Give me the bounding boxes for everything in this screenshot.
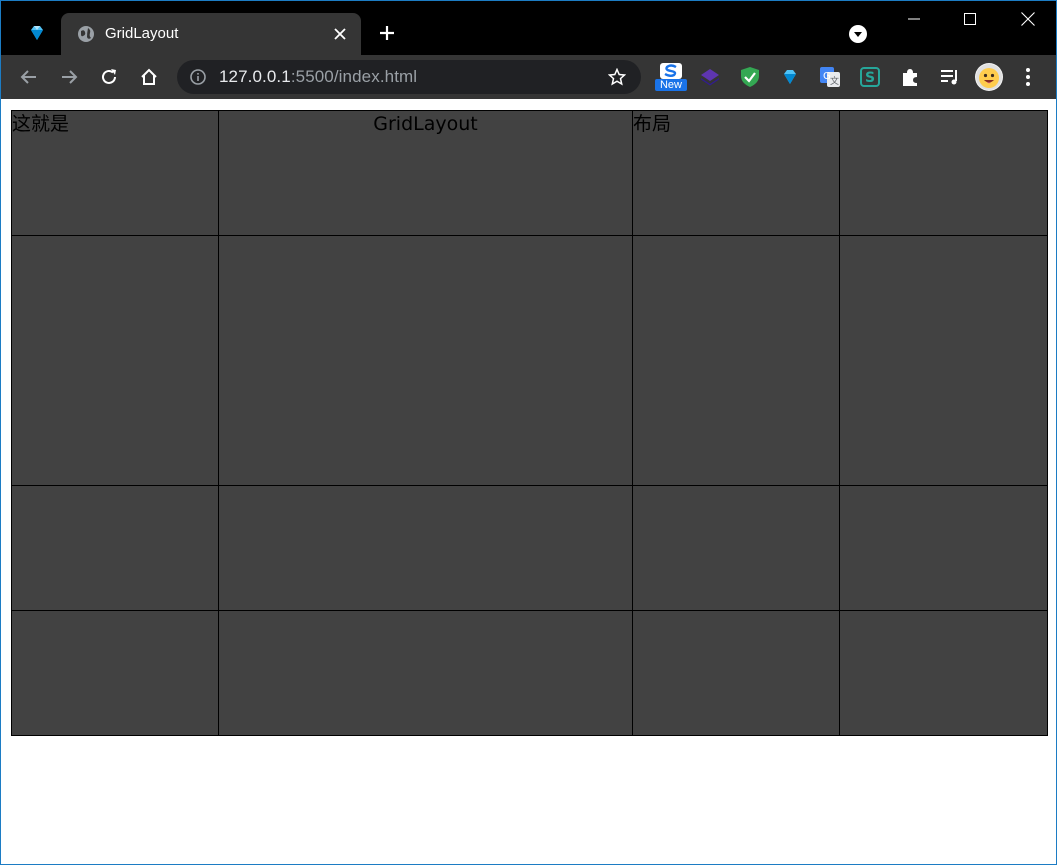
back-button[interactable]	[13, 61, 45, 93]
grid-cell	[218, 485, 633, 611]
globe-icon	[78, 26, 94, 42]
grid-cell	[11, 610, 219, 736]
grid-cell	[839, 610, 1048, 736]
extension-s-box[interactable]: S	[855, 62, 885, 92]
window-close-button[interactable]	[1000, 1, 1056, 37]
address-bar[interactable]: 127.0.0.1:5500/index.html	[177, 60, 641, 94]
playlist-icon	[941, 70, 957, 85]
extension-s-new[interactable]: New	[653, 59, 689, 95]
toolbar: 127.0.0.1:5500/index.html New G 文 S	[1, 55, 1056, 99]
new-badge: New	[655, 79, 687, 91]
grid-cell	[218, 235, 633, 486]
home-icon	[141, 68, 157, 85]
grid-cell: 布局	[632, 110, 840, 236]
s-logo-icon	[660, 63, 682, 79]
svg-text:S: S	[865, 70, 875, 86]
extension-shield[interactable]	[735, 62, 765, 92]
extension-diamond[interactable]	[775, 62, 805, 92]
plus-icon	[380, 26, 394, 40]
home-button[interactable]	[133, 61, 165, 93]
diamond-icon	[784, 70, 796, 84]
grid-cell	[839, 110, 1048, 236]
grid-cell	[632, 235, 840, 486]
translate-icon: G 文	[820, 67, 840, 87]
grid-cell	[11, 485, 219, 611]
grid-cell: GridLayout	[218, 110, 633, 236]
grid-cell	[218, 610, 633, 736]
maximize-button[interactable]	[942, 1, 998, 37]
pinned-tab[interactable]	[17, 17, 57, 49]
tab-title: GridLayout	[105, 25, 179, 42]
s-box-icon: S	[860, 67, 880, 87]
new-tab-button[interactable]	[373, 19, 401, 47]
shield-check-icon	[741, 67, 759, 87]
layers-icon	[701, 69, 719, 86]
svg-text:文: 文	[830, 75, 839, 87]
diamond-icon	[31, 26, 43, 40]
minimize-button[interactable]	[886, 1, 942, 37]
extension-layers[interactable]	[695, 62, 725, 92]
reload-button[interactable]	[93, 61, 125, 93]
puzzle-icon	[903, 69, 917, 86]
tab-active[interactable]: GridLayout	[61, 13, 361, 55]
info-icon[interactable]	[189, 68, 207, 86]
grid-cell	[839, 485, 1048, 611]
url-path: :5500/index.html	[290, 67, 418, 86]
tab-strip: GridLayout	[1, 1, 1056, 55]
extensions-button[interactable]	[895, 62, 925, 92]
browser-window: GridLayout 127.0.0.1:5500/index.html New…	[0, 0, 1057, 865]
grid-layout: 这就是 GridLayout 布局	[11, 110, 1048, 736]
page-viewport: 这就是 GridLayout 布局	[1, 99, 1056, 864]
extension-translate[interactable]: G 文	[815, 62, 845, 92]
star-icon	[608, 68, 626, 86]
minimize-icon	[908, 18, 920, 20]
media-control-button[interactable]	[935, 62, 965, 92]
forward-button[interactable]	[53, 61, 85, 93]
grid-cell	[632, 610, 840, 736]
close-icon	[1021, 12, 1035, 26]
close-icon	[334, 28, 346, 40]
grid-cell	[11, 235, 219, 486]
more-vert-icon	[1026, 68, 1030, 86]
menu-button[interactable]	[1013, 62, 1043, 92]
url-text[interactable]: 127.0.0.1:5500/index.html	[219, 68, 417, 86]
reload-icon	[102, 69, 116, 84]
arrow-left-icon	[20, 70, 36, 84]
grid-cell	[632, 485, 840, 611]
emoji-face-icon	[976, 64, 1002, 90]
tab-close-button[interactable]	[331, 25, 349, 43]
bookmark-star-button[interactable]	[607, 67, 627, 87]
profile-avatar[interactable]	[975, 63, 1003, 91]
tab-search-button[interactable]	[847, 23, 869, 45]
url-host: 127.0.0.1	[219, 67, 291, 86]
chevron-down-icon	[849, 25, 867, 43]
arrow-right-icon	[62, 70, 78, 84]
maximize-icon	[964, 13, 976, 25]
grid-cell	[839, 235, 1048, 486]
grid-cell: 这就是	[11, 110, 219, 236]
